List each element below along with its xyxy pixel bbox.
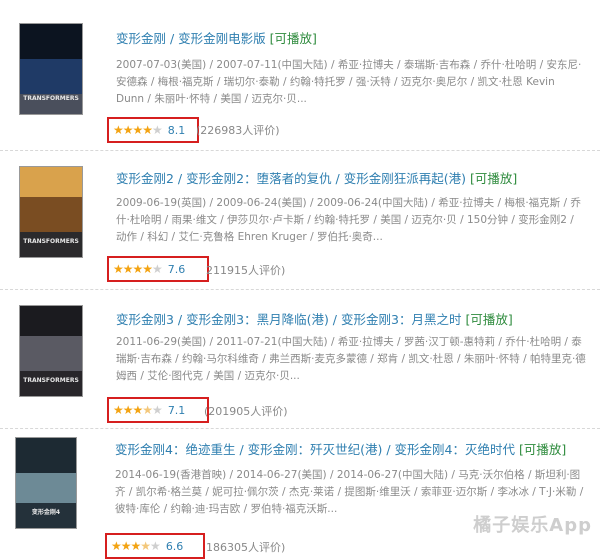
movie-alt-title[interactable]: / 变形金刚电影版 bbox=[166, 31, 266, 46]
rating-score: 7.6 bbox=[167, 262, 186, 276]
movie-alt-title[interactable]: / 变形金刚3：黑月降临(港) bbox=[174, 312, 329, 327]
vote-count[interactable]: (201905人评价) bbox=[204, 403, 288, 419]
vote-count[interactable]: (226983人评价) bbox=[196, 122, 280, 138]
movie-title-line: 变形金刚2 / 变形金刚2：堕落者的复仇 / 变形金刚狂派再起(港) [可播放] bbox=[116, 168, 517, 187]
movie-poster[interactable]: TRANSFORMERS bbox=[20, 306, 82, 396]
poster-title: TRANSFORMERS bbox=[23, 377, 79, 384]
movie-title-link[interactable]: 变形金刚2 bbox=[116, 171, 174, 186]
divider bbox=[0, 150, 600, 151]
star-rating-icon: ★★★★★ bbox=[111, 539, 161, 553]
movie-title-link[interactable]: 变形金刚 bbox=[116, 31, 166, 46]
rating-box: ★★★★★ 8.1 bbox=[107, 117, 199, 143]
star-rating-icon: ★★★★★ bbox=[113, 262, 163, 276]
movie-title-link[interactable]: 变形金刚3 bbox=[116, 312, 174, 327]
movie-alt-title[interactable]: / 变形金刚：歼灭世纪(港) bbox=[235, 442, 382, 457]
movie-meta: 2009-06-19(英国) / 2009-06-24(美国) / 2009-0… bbox=[116, 197, 581, 243]
poster-title: 变形金刚4 bbox=[31, 509, 61, 516]
vote-count[interactable]: 186305人评价) bbox=[206, 539, 285, 555]
vote-count[interactable]: 211915人评价) bbox=[206, 262, 285, 278]
rating-box: ★★★★★ 6.6 bbox=[105, 533, 205, 559]
playable-link[interactable]: [可播放] bbox=[465, 312, 512, 327]
movie-title-link[interactable]: 变形金刚4：绝迹重生 bbox=[115, 442, 235, 457]
rating-score: 8.1 bbox=[167, 123, 186, 137]
watermark-logo: 橘子娱乐App bbox=[473, 515, 592, 536]
movie-meta: 2011-06-29(美国) / 2011-07-21(中国大陆) / 希亚·拉… bbox=[116, 336, 586, 382]
divider bbox=[0, 289, 600, 290]
playable-link[interactable]: [可播放] bbox=[470, 171, 517, 186]
movie-poster[interactable]: TRANSFORMERS bbox=[20, 167, 82, 257]
rating-score: 7.1 bbox=[167, 403, 186, 417]
playable-link[interactable]: [可播放] bbox=[270, 31, 317, 46]
poster-title: TRANSFORMERS bbox=[23, 95, 79, 102]
movie-alt-title[interactable]: / 变形金刚4：灭绝时代 bbox=[382, 442, 515, 457]
rating-box: ★★★★★ 7.6 bbox=[107, 256, 209, 282]
rating-box: ★★★★★ 7.1 bbox=[107, 397, 209, 423]
playable-link[interactable]: [可播放] bbox=[519, 442, 566, 457]
movie-meta: 2007-07-03(美国) / 2007-07-11(中国大陆) / 希亚·拉… bbox=[116, 59, 582, 105]
movie-title-line: 变形金刚3 / 变形金刚3：黑月降临(港) / 变形金刚3：月黑之时 [可播放] bbox=[116, 309, 513, 328]
movie-poster[interactable]: 变形金刚4 bbox=[16, 438, 76, 528]
movie-poster[interactable]: TRANSFORMERS bbox=[20, 24, 82, 114]
rating-score: 6.6 bbox=[165, 539, 184, 553]
movie-title-line: 变形金刚 / 变形金刚电影版 [可播放] bbox=[116, 28, 317, 47]
divider bbox=[0, 428, 600, 429]
star-rating-icon: ★★★★★ bbox=[113, 403, 163, 417]
star-rating-icon: ★★★★★ bbox=[113, 123, 163, 137]
poster-title: TRANSFORMERS bbox=[23, 238, 79, 245]
movie-alt-title[interactable]: / 变形金刚狂派再起(港) bbox=[332, 171, 466, 186]
movie-alt-title[interactable]: / 变形金刚3：月黑之时 bbox=[329, 312, 462, 327]
movie-alt-title[interactable]: / 变形金刚2：堕落者的复仇 bbox=[174, 171, 332, 186]
movie-title-line: 变形金刚4：绝迹重生 / 变形金刚：歼灭世纪(港) / 变形金刚4：灭绝时代 [… bbox=[115, 439, 566, 458]
